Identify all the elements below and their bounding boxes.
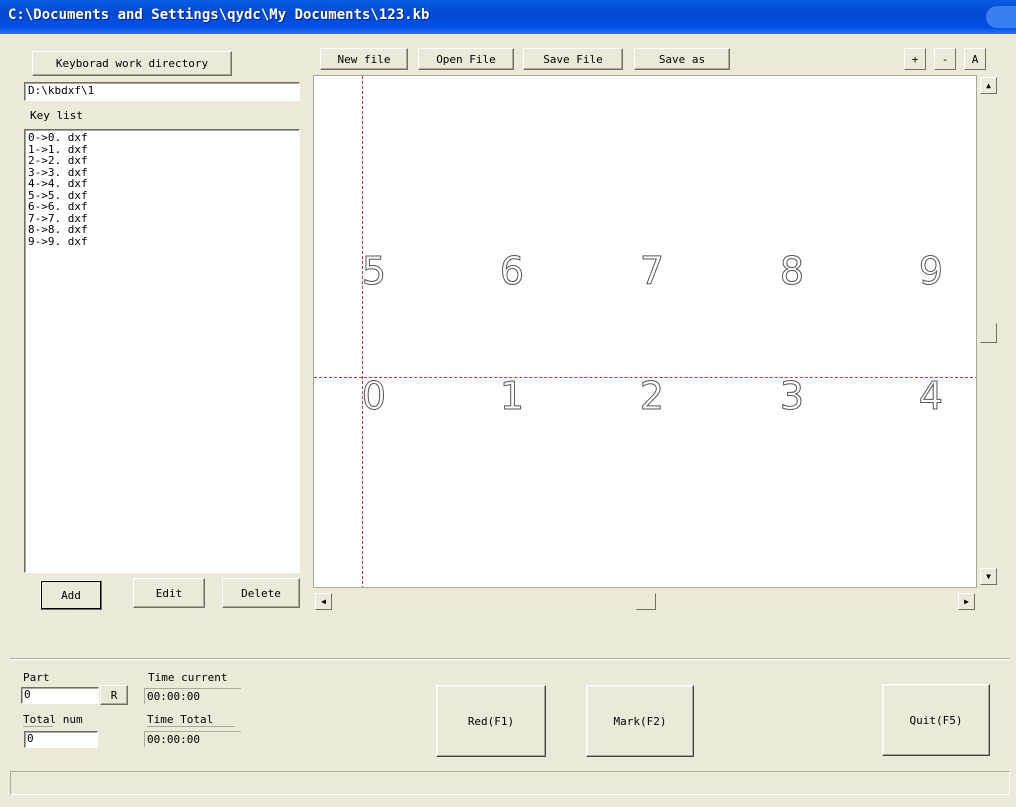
key-digit-5: 5 bbox=[361, 249, 387, 294]
main-window: C:\Documents and Settings\qydc\My Docume… bbox=[0, 0, 1016, 807]
keyboard-work-directory-button[interactable]: Keyborad work directory bbox=[32, 51, 232, 76]
key-list-item[interactable]: 4->4. dxf bbox=[28, 178, 296, 190]
key-digit-0: 0 bbox=[361, 374, 387, 419]
time-current-label: Time current bbox=[148, 671, 228, 684]
scroll-up-button[interactable]: ▲ bbox=[980, 77, 997, 94]
key-digit-1: 1 bbox=[499, 374, 525, 419]
reset-part-button[interactable]: R bbox=[100, 685, 128, 705]
add-button[interactable]: Add bbox=[40, 580, 102, 610]
key-list[interactable]: 0->0. dxf 1->1. dxf 2->2. dxf 3->3. dxf 4->4… bbox=[24, 129, 300, 573]
key-list-item[interactable]: 8->8. dxf bbox=[28, 224, 296, 236]
key-digit-2: 2 bbox=[639, 374, 665, 419]
key-list-item[interactable]: 6->6. dxf bbox=[28, 201, 296, 213]
mark-button[interactable]: Mark(F2) bbox=[586, 685, 694, 757]
key-digit-7: 7 bbox=[639, 249, 665, 294]
title-bar[interactable]: C:\Documents and Settings\qydc\My Docume… bbox=[0, 0, 1016, 34]
save-file-button[interactable]: Save File bbox=[523, 48, 623, 70]
window-title: C:\Documents and Settings\qydc\My Docume… bbox=[8, 7, 430, 23]
new-file-button[interactable]: New file bbox=[320, 48, 408, 70]
directory-path-field[interactable]: D:\kbdxf\1 bbox=[24, 82, 300, 101]
zoom-all-button[interactable]: A bbox=[964, 48, 986, 70]
zoom-in-button[interactable]: + bbox=[904, 48, 926, 70]
part-label: Part bbox=[23, 671, 50, 684]
key-list-label: Key list bbox=[30, 109, 83, 122]
scroll-left-button[interactable]: ◀ bbox=[315, 593, 332, 610]
scroll-right-button[interactable]: ▶ bbox=[958, 593, 975, 610]
key-list-item[interactable]: 2->2. dxf bbox=[28, 155, 296, 167]
edit-button[interactable]: Edit bbox=[133, 578, 205, 608]
delete-button[interactable]: Delete bbox=[222, 578, 300, 608]
total-num-label: Total num bbox=[23, 713, 83, 727]
vertical-guide-line bbox=[362, 76, 363, 587]
red-button[interactable]: Red(F1) bbox=[436, 685, 546, 757]
scroll-down-button[interactable]: ▼ bbox=[980, 568, 997, 585]
quit-button[interactable]: Quit(F5) bbox=[882, 684, 990, 756]
key-digit-8: 8 bbox=[779, 249, 805, 294]
zoom-out-button[interactable]: - bbox=[934, 48, 956, 70]
key-digit-9: 9 bbox=[918, 249, 944, 294]
status-bar bbox=[10, 771, 1010, 795]
key-digit-6: 6 bbox=[499, 249, 525, 294]
open-file-button[interactable]: Open File bbox=[418, 48, 514, 70]
key-list-item[interactable]: 0->0. dxf bbox=[28, 132, 296, 144]
vertical-scroll-thumb[interactable] bbox=[980, 323, 997, 343]
title-bar-corner bbox=[986, 6, 1016, 28]
time-total-value: 00:00:00 bbox=[144, 731, 241, 747]
key-list-item[interactable]: 9->9. dxf bbox=[28, 235, 296, 248]
total-num-field[interactable]: 0 bbox=[24, 731, 98, 748]
key-digit-3: 3 bbox=[779, 374, 805, 419]
save-as-button[interactable]: Save as bbox=[634, 48, 730, 70]
time-total-label: Time Total bbox=[147, 713, 235, 727]
horizontal-scroll-thumb[interactable] bbox=[636, 593, 656, 610]
key-digit-4: 4 bbox=[918, 374, 944, 419]
drawing-canvas[interactable]: 5 6 7 8 9 0 1 2 3 4 bbox=[313, 75, 977, 588]
section-divider bbox=[10, 658, 1010, 660]
time-current-value: 00:00:00 bbox=[144, 688, 241, 704]
part-field[interactable]: 0 bbox=[21, 687, 99, 704]
